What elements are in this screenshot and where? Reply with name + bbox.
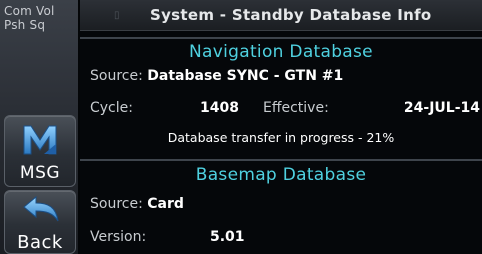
msg-label: MSG — [19, 163, 61, 183]
back-button[interactable]: Back — [4, 190, 76, 254]
basemap-database-header: Basemap Database — [80, 159, 482, 191]
nav-effective-value: 24-JUL-14 — [403, 100, 480, 116]
basemap-version-row: Version: 5.01 — [90, 229, 245, 249]
msg-button[interactable]: MSG — [4, 115, 76, 187]
back-arrow-icon — [5, 195, 75, 225]
nav-cycle-row: Cycle: 1408 Effective: 24-JUL-14 — [90, 100, 482, 120]
basemap-source-label: Source: — [90, 196, 143, 212]
screen: Com Vol Psh Sq MSG Back ▯ System - Stand… — [0, 0, 482, 254]
title-decor-mark: ▯ — [114, 10, 120, 21]
page-title: System - Standby Database Info — [150, 6, 432, 24]
com-vol-line1: Com Vol — [4, 4, 55, 18]
transfer-progress-text: Database transfer in progress - 21% — [167, 130, 395, 145]
nav-cycle-value: 1408 — [200, 100, 239, 116]
nav-source-value: Database SYNC - GTN #1 — [147, 68, 344, 84]
back-label: Back — [17, 232, 63, 253]
navigation-database-header: Navigation Database — [80, 37, 482, 68]
message-m-icon — [5, 120, 75, 160]
nav-effective-label: Effective: — [263, 100, 329, 116]
com-vol-line2: Psh Sq — [4, 18, 46, 32]
basemap-source-row: Source: Card — [90, 196, 184, 216]
title-bar: ▯ System - Standby Database Info — [80, 0, 482, 31]
basemap-version-label: Version: — [90, 229, 147, 245]
left-softkey-column: Com Vol Psh Sq MSG Back — [0, 0, 78, 254]
nav-cycle-label: Cycle: — [90, 100, 133, 116]
nav-source-label: Source: — [90, 68, 143, 84]
basemap-version-value: 5.01 — [210, 229, 245, 245]
nav-source-row: Source: Database SYNC - GTN #1 — [90, 68, 343, 88]
basemap-source-value: Card — [147, 196, 184, 212]
com-vol-knob-label[interactable]: Com Vol Psh Sq — [4, 4, 74, 32]
database-info-panel: Navigation Database Source: Database SYN… — [80, 31, 482, 254]
